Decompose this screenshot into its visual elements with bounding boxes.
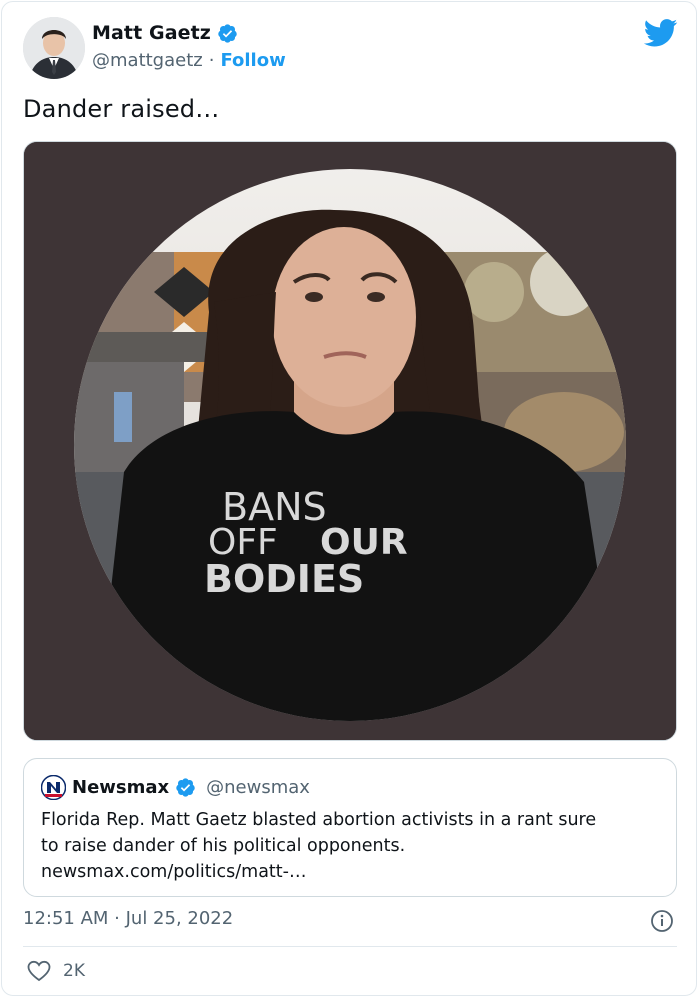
like-count: 2K: [63, 961, 85, 981]
handle-separator: ·: [208, 50, 215, 71]
info-icon[interactable]: [650, 909, 674, 933]
quoted-text-line: to raise dander of his political opponen…: [41, 836, 406, 856]
shirt-text-bodies: BODIES: [204, 557, 364, 601]
media-photo: BANS OFF OUR BODIES: [24, 142, 676, 740]
twitter-bird-icon[interactable]: [644, 19, 678, 47]
divider: [23, 946, 677, 947]
newsmax-logo: [41, 775, 66, 800]
author-avatar[interactable]: [23, 17, 85, 79]
tweet-media-image[interactable]: BANS OFF OUR BODIES: [23, 141, 677, 741]
quoted-tweet[interactable]: Newsmax @newsmax Florida Rep. Matt Gaetz…: [23, 758, 677, 897]
author-name[interactable]: Matt Gaetz: [92, 22, 211, 44]
quoted-author-name: Newsmax: [72, 777, 170, 798]
quoted-text-line: Florida Rep. Matt Gaetz blasted abortion…: [41, 810, 597, 830]
heart-icon[interactable]: [27, 960, 51, 982]
quoted-link[interactable]: newsmax.com/politics/matt-…: [41, 859, 661, 885]
verified-badge-icon: [176, 778, 195, 797]
verified-badge-icon: [218, 23, 237, 43]
quoted-author-handle: @newsmax: [206, 777, 310, 798]
tweet-text: Dander raised…: [23, 95, 220, 123]
follow-button[interactable]: Follow: [220, 50, 285, 71]
quoted-tweet-text: Florida Rep. Matt Gaetz blasted abortion…: [41, 807, 661, 885]
author-handle[interactable]: @mattgaetz: [92, 50, 203, 71]
avatar-portrait: [23, 17, 85, 79]
tweet-timestamp[interactable]: 12:51 AM · Jul 25, 2022: [23, 908, 233, 929]
